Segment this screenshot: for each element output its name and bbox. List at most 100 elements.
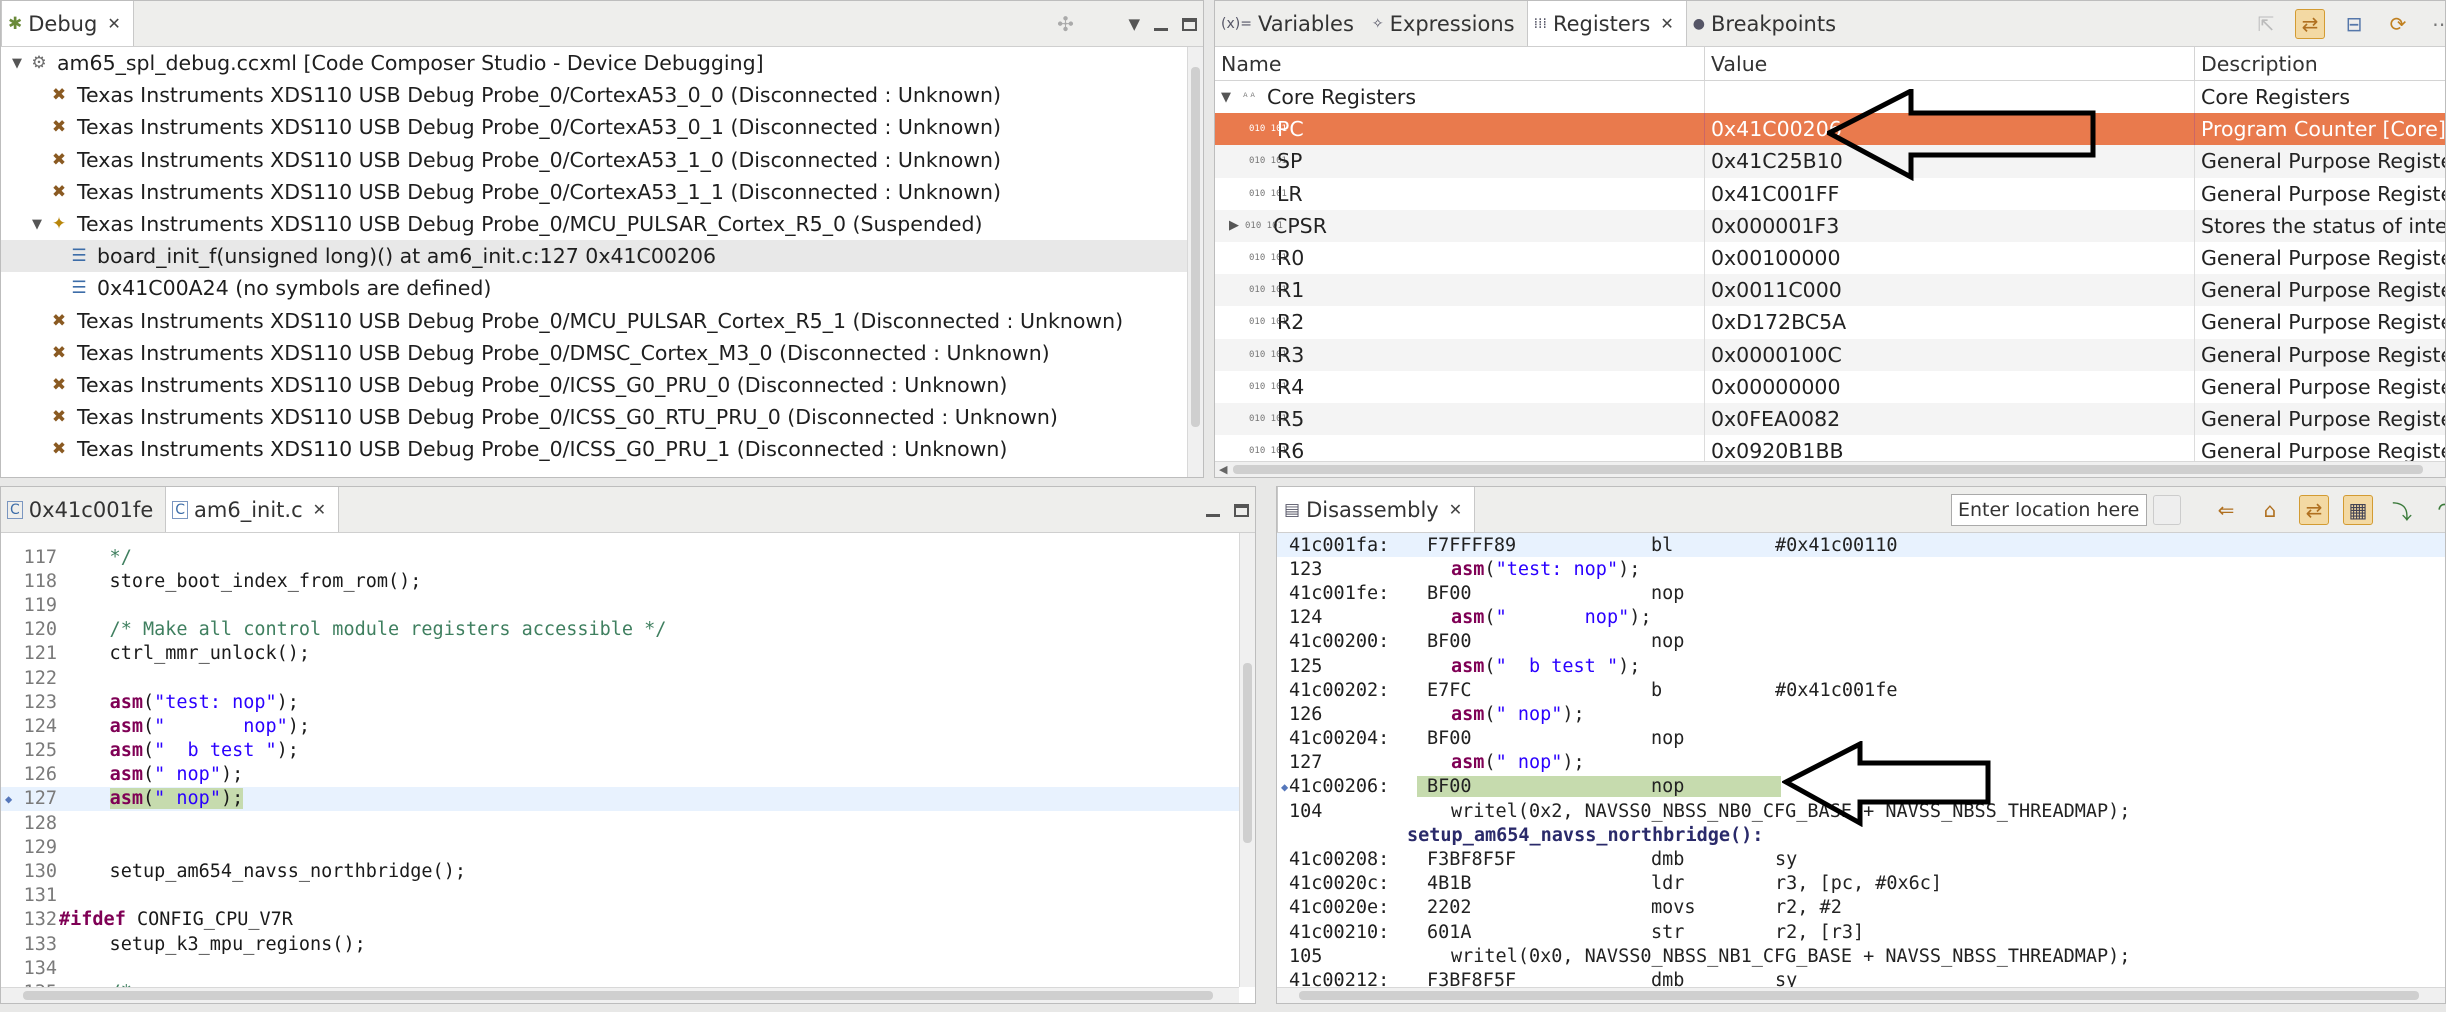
register-value[interactable]: 0x00000000 (1705, 370, 2195, 403)
maximize-icon[interactable] (1182, 12, 1197, 36)
register-row[interactable]: 010 101 R5 0x0FEA0082 General Purpose Regis… (1215, 402, 2445, 436)
register-row[interactable]: 010 101 R3 0x0000100C General Purpose Regis… (1215, 338, 2445, 371)
close-icon[interactable]: ✕ (313, 500, 326, 519)
register-value[interactable]: 0x0011C000 (1705, 274, 2195, 307)
debug-tree-item[interactable]: ✖ Texas Instruments XDS110 USB Debug Prob… (1, 337, 1187, 369)
refresh-icon[interactable]: ⟳ (2383, 9, 2413, 39)
debug-tree-item[interactable]: ✖ Texas Instruments XDS110 USB Debug Prob… (1, 79, 1187, 111)
register-row[interactable]: ▶ 010 101 CPSR 0x000001F3 Stores the status … (1215, 209, 2445, 242)
debug-tree-label: 0x41C00A24 (no symbols are defined) (97, 276, 492, 301)
column-value[interactable]: Value (1705, 47, 2195, 80)
twisty-icon[interactable]: ▼ (1221, 90, 1231, 105)
register-row[interactable]: 010 101 LR 0x41C001FF General Purpose Regis… (1215, 177, 2445, 210)
tab-editor-file[interactable]: Cam6_init.c ✕ (165, 487, 340, 532)
debug-tree-item[interactable]: ☰ 0x41C00A24 (no symbols are defined) (1, 272, 1187, 304)
tab-registers[interactable]: ⁞⁞⁞ Registers ✕ (1526, 1, 1687, 46)
close-icon[interactable]: ✕ (1660, 14, 1673, 33)
code-content: store_boot_index_from_rom(); (65, 570, 422, 592)
twisty-icon[interactable]: ▼ (7, 56, 27, 71)
register-description: General Purpose Register 4 (2201, 374, 2445, 399)
register-description: General Purpose Register 3 (2201, 342, 2445, 367)
debug-tree-item[interactable]: ✖ Texas Instruments XDS110 USB Debug Prob… (1, 111, 1187, 143)
breakpoints-icon: ● (1692, 15, 1705, 32)
register-value[interactable]: 0x0000100C (1705, 338, 2195, 371)
register-row[interactable]: 010 101 R6 0x0920B1BB General Purpose Regis… (1215, 435, 2445, 461)
register-value[interactable]: 0x41C001FF (1705, 177, 2195, 210)
debug-tree-item[interactable]: ✖ Texas Instruments XDS110 USB Debug Prob… (1, 305, 1187, 337)
line-number: 133 (23, 933, 57, 955)
disassembly-listing[interactable]: 41c001fa: F7FFFF89 bl #0x41c00110 123 asm("te… (1277, 533, 2445, 987)
column-name[interactable]: Name (1215, 47, 1705, 80)
layout-icon[interactable]: ⊟ (2339, 9, 2369, 39)
minimize-icon[interactable] (1154, 12, 1168, 36)
register-name-cell: 010 101 R3 (1215, 338, 1705, 371)
maximize-icon[interactable] (1234, 498, 1249, 522)
register-value[interactable]: 0x41C00206 (1705, 113, 2195, 146)
remove-terminated-icon[interactable]: ✣ (1050, 9, 1080, 39)
register-description: Program Counter [Core] (2201, 117, 2445, 142)
link-icon[interactable]: ⇄ (2295, 9, 2325, 39)
back-icon[interactable]: ⇐ (2211, 495, 2241, 525)
close-icon[interactable]: ✕ (1449, 500, 1462, 519)
tab-expressions[interactable]: ✧ Expressions (1366, 1, 1527, 46)
register-value[interactable]: 0x00100000 (1705, 241, 2195, 275)
minimize-icon[interactable] (1206, 498, 1220, 522)
link-pc-icon[interactable]: ⇄ (2299, 495, 2329, 525)
register-value[interactable]: 0x0920B1BB (1705, 435, 2195, 461)
location-input[interactable]: Enter location here (1951, 494, 2147, 526)
go-location-button[interactable] (2153, 495, 2181, 525)
register-row[interactable]: 010 101 R0 0x00100000 General Purpose Regis… (1215, 241, 2445, 275)
debug-tree-item[interactable]: ✖ Texas Instruments XDS110 USB Debug Prob… (1, 176, 1187, 208)
step-over-icon[interactable]: ↷ (2431, 495, 2445, 525)
source-editor[interactable]: 117 */118 store_boot_index_from_rom(); 11… (1, 545, 1239, 987)
registers-hscrollbar[interactable]: ◀ (1215, 461, 2445, 477)
register-row[interactable]: 010 101 PC 0x41C00206 Program Counter [Core… (1215, 113, 2445, 146)
register-row[interactable]: 010 101 R4 0x00000000 General Purpose Regis… (1215, 370, 2445, 403)
register-group-row[interactable]: ▼ ᴬᴬ Core Registers Core Registers (1215, 81, 2445, 114)
debug-vscrollbar[interactable] (1187, 47, 1203, 477)
debug-tree-label: Texas Instruments XDS110 USB Debug Probe… (77, 340, 1050, 365)
show-source-icon[interactable]: ▦ (2343, 495, 2373, 525)
twisty-icon[interactable]: ▶ (1229, 218, 1239, 233)
register-value[interactable]: 0x0FEA0082 (1705, 402, 2195, 436)
tab-variables[interactable]: (x)= Variables (1215, 1, 1366, 46)
tab-disassembly[interactable]: ▤ Disassembly ✕ (1277, 487, 1476, 532)
register-row[interactable]: 010 101 R2 0xD172BC5A General Purpose Regis… (1215, 306, 2445, 339)
tab-label: am6_init.c (194, 497, 303, 522)
debug-tree-item[interactable]: ▼ ⚙ am65_spl_debug.ccxml [Code Composer St… (1, 47, 1187, 79)
debug-tree-item[interactable]: ✖ Texas Instruments XDS110 USB Debug Prob… (1, 401, 1187, 433)
register-row[interactable]: 010 101 R1 0x0011C000 General Purpose Regis… (1215, 274, 2445, 307)
debug-tree-item[interactable]: ✖ Texas Instruments XDS110 USB Debug Prob… (1, 433, 1187, 465)
register-icon: 010 101 (1249, 446, 1287, 457)
debug-tree-item[interactable]: ✖ Texas Instruments XDS110 USB Debug Prob… (1, 144, 1187, 176)
debug-tree-label: Texas Instruments XDS110 USB Debug Probe… (77, 372, 1008, 397)
home-icon[interactable]: ⌂ (2255, 495, 2285, 525)
column-description[interactable]: Description (2195, 47, 2445, 80)
keyword: asm (1451, 607, 1485, 629)
register-name: R2 (1277, 310, 1305, 335)
editor-vscrollbar[interactable] (1239, 533, 1255, 987)
collapse-all-icon[interactable]: ⇱ (2251, 9, 2281, 39)
line-number: 126 (23, 764, 57, 786)
disassembly-line: ◆ 41c00206: BF00 nop (1277, 775, 2445, 799)
tab-debug[interactable]: ✱ Debug ✕ (1, 1, 134, 46)
debug-tree-item[interactable]: ▼ ✦ Texas Instruments XDS110 USB Debug Pro… (1, 208, 1187, 240)
register-group-icon: ᴬᴬ (1241, 90, 1257, 105)
stack-frame-icon: ☰ (71, 278, 87, 299)
more-icon[interactable]: ⋯ (2427, 9, 2445, 39)
register-value[interactable]: 0x41C25B10 (1705, 145, 2195, 178)
disassembly-hscrollbar[interactable] (1277, 987, 2445, 1003)
debug-tree-item[interactable]: ☰ board_init_f(unsigned long)() at am6_in… (1, 240, 1187, 273)
tab-breakpoints[interactable]: ● Breakpoints (1687, 1, 1848, 46)
step-into-icon[interactable]: ⤵ (2387, 495, 2417, 525)
register-row[interactable]: 010 101 SP 0x41C25B10 General Purpose Regis… (1215, 145, 2445, 178)
register-value[interactable]: 0x000001F3 (1705, 209, 2195, 242)
twisty-icon[interactable]: ▼ (27, 217, 47, 232)
editor-hscrollbar[interactable] (1, 987, 1239, 1003)
view-menu-icon[interactable]: ▼ (1128, 15, 1140, 33)
tab-editor-file[interactable]: C 0x41c001fe (1, 487, 165, 532)
register-value[interactable]: 0xD172BC5A (1705, 306, 2195, 339)
close-icon[interactable]: ✕ (107, 14, 120, 33)
debug-tree-item[interactable]: ✖ Texas Instruments XDS110 USB Debug Prob… (1, 369, 1187, 401)
disassembly-line: 41c001fa: F7FFFF89 bl #0x41c00110 (1277, 533, 2445, 558)
